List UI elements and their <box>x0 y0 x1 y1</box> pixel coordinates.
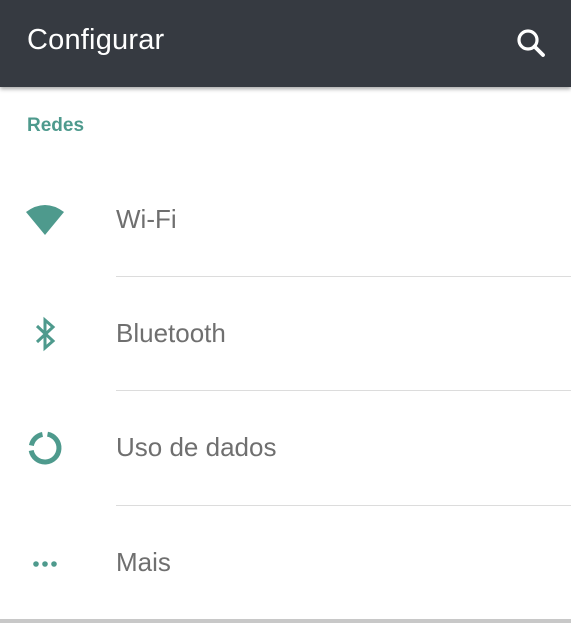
settings-screen: Configurar Redes Wi-Fi Bluetooth Uso de … <box>0 0 571 623</box>
wifi-icon <box>26 205 64 235</box>
section-header-redes: Redes <box>27 115 85 136</box>
setting-item-wifi[interactable]: Wi-Fi <box>0 163 571 277</box>
setting-item-label: Mais <box>116 547 171 577</box>
app-title: Configurar <box>27 24 165 56</box>
data-usage-icon <box>28 431 62 465</box>
bottom-divider <box>0 619 571 623</box>
setting-item-bluetooth[interactable]: Bluetooth <box>0 277 571 391</box>
bluetooth-icon <box>35 316 56 352</box>
setting-item-label: Wi-Fi <box>116 204 177 234</box>
setting-item-label: Bluetooth <box>116 318 226 348</box>
setting-item-more[interactable]: Mais <box>0 506 571 620</box>
more-icon <box>33 561 57 567</box>
search-button[interactable] <box>512 24 552 64</box>
search-icon <box>517 29 545 57</box>
app-bar: Configurar <box>0 0 571 87</box>
setting-item-data-usage[interactable]: Uso de dados <box>0 391 571 505</box>
setting-item-label: Uso de dados <box>116 432 277 462</box>
